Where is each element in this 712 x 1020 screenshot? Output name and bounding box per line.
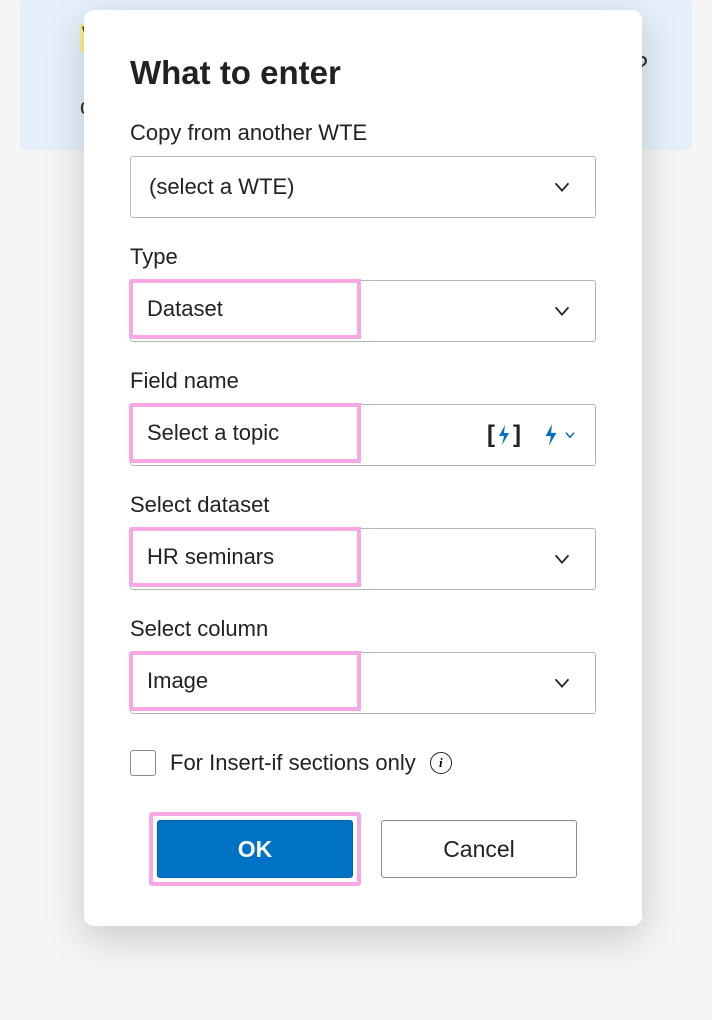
select-column-group: Select column Image	[130, 616, 596, 714]
type-value: Dataset	[129, 279, 361, 339]
select-column-label: Select column	[130, 616, 596, 642]
select-dataset-group: Select dataset HR seminars	[130, 492, 596, 590]
insert-if-checkbox[interactable]	[130, 750, 156, 776]
copy-from-group: Copy from another WTE (select a WTE)	[130, 120, 596, 218]
type-select[interactable]: Dataset	[130, 280, 596, 342]
info-icon[interactable]: i	[430, 752, 452, 774]
select-column-value: Image	[129, 651, 361, 711]
field-name-value: Select a topic	[129, 403, 361, 463]
insert-if-checkbox-row: For Insert-if sections only i	[130, 750, 596, 776]
field-name-group: Field name Select a topic [ ]	[130, 368, 596, 466]
type-group: Type Dataset	[130, 244, 596, 342]
type-label: Type	[130, 244, 596, 270]
bolt-bracket-button[interactable]: [ ]	[487, 421, 521, 449]
copy-from-select[interactable]: (select a WTE)	[130, 156, 596, 218]
select-dataset-label: Select dataset	[130, 492, 596, 518]
chevron-down-icon	[529, 529, 595, 589]
chevron-down-icon	[529, 157, 595, 217]
bolt-dropdown-button[interactable]	[541, 422, 577, 448]
select-dataset-select[interactable]: HR seminars	[130, 528, 596, 590]
field-name-input[interactable]: Select a topic [ ]	[130, 404, 596, 466]
cancel-button[interactable]: Cancel	[381, 820, 577, 878]
chevron-down-icon	[529, 281, 595, 341]
ok-button[interactable]: OK	[157, 820, 353, 878]
insert-if-label: For Insert-if sections only	[170, 750, 416, 776]
select-column-select[interactable]: Image	[130, 652, 596, 714]
copy-from-label: Copy from another WTE	[130, 120, 596, 146]
select-dataset-value: HR seminars	[129, 527, 361, 587]
what-to-enter-dialog: What to enter Copy from another WTE (sel…	[84, 10, 642, 926]
ok-button-highlight: OK	[149, 812, 361, 886]
field-name-label: Field name	[130, 368, 596, 394]
copy-from-value: (select a WTE)	[131, 157, 529, 217]
chevron-down-icon	[529, 653, 595, 713]
dialog-buttons: OK Cancel	[130, 812, 596, 886]
dialog-title: What to enter	[130, 54, 596, 92]
